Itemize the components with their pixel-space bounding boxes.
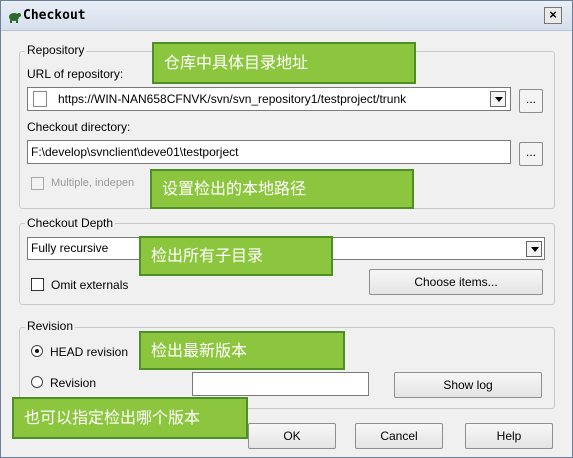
- url-dropdown-button[interactable]: [490, 91, 506, 107]
- url-field[interactable]: https://WIN-NAN658CFNVK/svn/svn_reposito…: [27, 87, 511, 111]
- revision-legend: Revision: [25, 319, 76, 333]
- head-revision-label: HEAD revision: [50, 345, 129, 359]
- window-title: Checkout: [23, 8, 86, 23]
- omit-externals-checkbox[interactable]: [31, 278, 44, 291]
- show-log-button[interactable]: Show log: [394, 372, 542, 398]
- tortoise-logo-icon: [9, 13, 21, 23]
- ok-button[interactable]: OK: [248, 423, 336, 449]
- annotation-local-path: 设置检出的本地路径: [150, 169, 414, 209]
- close-button[interactable]: ×: [544, 7, 562, 24]
- repository-legend: Repository: [25, 43, 87, 57]
- annotation-specific-revision: 也可以指定检出哪个版本: [12, 397, 248, 439]
- multiple-checkbox[interactable]: [31, 177, 44, 190]
- depth-legend: Checkout Depth: [25, 216, 116, 230]
- checkout-dir-label: Checkout directory:: [27, 120, 131, 134]
- head-revision-radio[interactable]: [31, 345, 43, 357]
- multiple-label: Multiple, indepen: [51, 177, 135, 189]
- omit-externals-label: Omit externals: [51, 278, 129, 292]
- checkout-dialog: Checkout × Repository URL of repository:…: [0, 0, 573, 458]
- help-button[interactable]: Help: [465, 423, 553, 449]
- cancel-button[interactable]: Cancel: [355, 423, 443, 449]
- dir-browse-button[interactable]: ...: [519, 142, 543, 166]
- revision-radio[interactable]: [31, 376, 43, 388]
- checkout-dir-field[interactable]: F:\develop\svnclient\deve01\testporject: [27, 140, 511, 164]
- depth-dropdown-button[interactable]: [526, 241, 542, 257]
- choose-items-button[interactable]: Choose items...: [369, 269, 543, 295]
- annotation-repository-path: 仓库中具体目录地址: [152, 42, 416, 84]
- url-value: https://WIN-NAN658CFNVK/svn/svn_reposito…: [58, 92, 407, 106]
- depth-selected-value: Fully recursive: [31, 241, 109, 255]
- url-label: URL of repository:: [27, 67, 124, 81]
- document-icon: [33, 91, 47, 107]
- annotation-head-revision: 检出最新版本: [139, 331, 345, 370]
- url-browse-button[interactable]: ...: [519, 89, 543, 113]
- revision-label: Revision: [50, 376, 97, 390]
- title-bar: Checkout ×: [1, 1, 572, 31]
- annotation-depth: 检出所有子目录: [139, 236, 333, 276]
- revision-number-field[interactable]: [192, 372, 369, 396]
